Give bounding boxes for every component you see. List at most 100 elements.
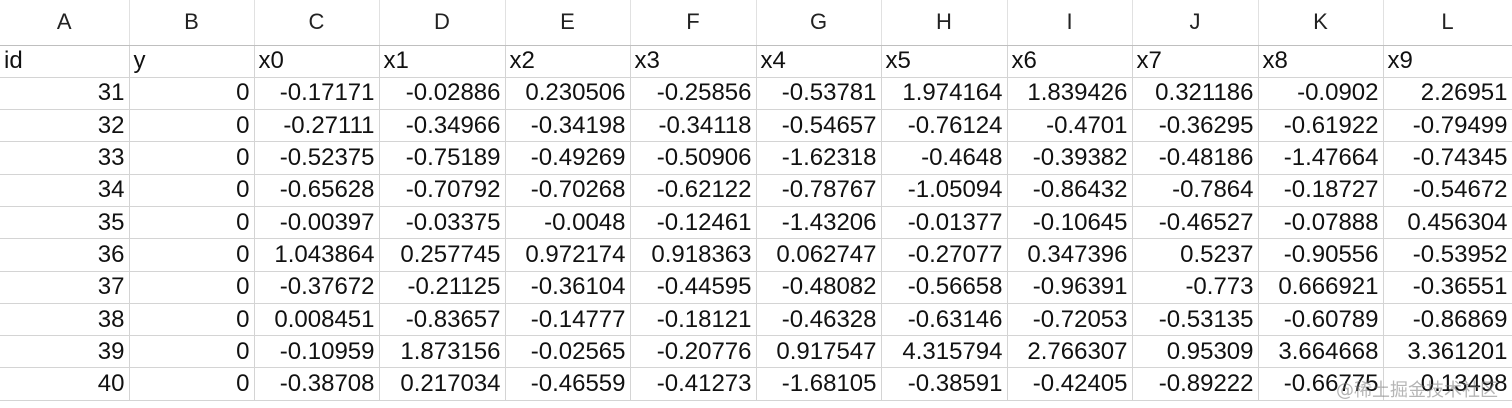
cell[interactable]: 0 <box>129 303 255 337</box>
cell[interactable]: -0.0902 <box>1258 77 1384 111</box>
cell[interactable]: 0.347396 <box>1007 238 1133 272</box>
cell[interactable]: -1.62318 <box>756 141 882 175</box>
cell[interactable]: -0.65628 <box>254 174 380 207</box>
cell[interactable]: -0.27077 <box>881 238 1008 272</box>
cell[interactable]: -0.10645 <box>1007 206 1133 240</box>
cell[interactable]: -0.86432 <box>1007 174 1133 207</box>
cell[interactable]: 35 <box>0 206 130 240</box>
cell[interactable]: -0.21125 <box>379 271 506 304</box>
cell[interactable]: -0.52375 <box>254 141 380 175</box>
cell[interactable]: -0.34198 <box>505 109 631 143</box>
header-cell[interactable]: id <box>0 45 130 78</box>
column-header-c[interactable]: C <box>254 0 380 46</box>
cell[interactable]: 0.257745 <box>379 238 506 272</box>
cell[interactable]: -0.18727 <box>1258 174 1384 207</box>
cell[interactable]: 1.873156 <box>379 335 506 369</box>
cell[interactable]: -0.96391 <box>1007 271 1133 304</box>
cell[interactable]: -0.36551 <box>1383 271 1512 304</box>
cell[interactable]: -0.02565 <box>505 335 631 369</box>
cell[interactable]: -0.54672 <box>1383 174 1512 207</box>
cell[interactable]: -0.0048 <box>505 206 631 240</box>
cell[interactable]: -0.70268 <box>505 174 631 207</box>
cell[interactable]: -0.25856 <box>630 77 757 111</box>
cell[interactable]: -0.79499 <box>1383 109 1512 143</box>
cell[interactable]: -0.00397 <box>254 206 380 240</box>
cell[interactable]: -0.39382 <box>1007 141 1133 175</box>
cell[interactable]: -0.48082 <box>756 271 882 304</box>
cell[interactable]: -1.43206 <box>756 206 882 240</box>
cell[interactable]: -0.56658 <box>881 271 1008 304</box>
cell[interactable]: -1.47664 <box>1258 141 1384 175</box>
column-header-k[interactable]: K <box>1258 0 1384 46</box>
cell[interactable]: 36 <box>0 238 130 272</box>
cell[interactable]: -0.4701 <box>1007 109 1133 143</box>
header-cell[interactable]: x7 <box>1132 45 1259 78</box>
cell[interactable]: -0.38591 <box>881 367 1008 401</box>
column-header-j[interactable]: J <box>1132 0 1259 46</box>
cell[interactable]: -0.70792 <box>379 174 506 207</box>
cell[interactable]: -0.27111 <box>254 109 380 143</box>
cell[interactable]: -0.36104 <box>505 271 631 304</box>
cell[interactable]: -0.72053 <box>1007 303 1133 337</box>
cell[interactable]: -0.83657 <box>379 303 506 337</box>
column-header-i[interactable]: I <box>1007 0 1133 46</box>
cell[interactable]: -0.48186 <box>1132 141 1259 175</box>
cell[interactable]: 0 <box>129 109 255 143</box>
cell[interactable]: -0.20776 <box>630 335 757 369</box>
cell[interactable]: -0.75189 <box>379 141 506 175</box>
cell[interactable]: -0.76124 <box>881 109 1008 143</box>
cell[interactable]: -0.7864 <box>1132 174 1259 207</box>
cell[interactable]: 1.043864 <box>254 238 380 272</box>
cell[interactable]: 39 <box>0 335 130 369</box>
cell[interactable]: -0.773 <box>1132 271 1259 304</box>
header-cell[interactable]: x2 <box>505 45 631 78</box>
header-cell[interactable]: x0 <box>254 45 380 78</box>
cell[interactable]: -0.46527 <box>1132 206 1259 240</box>
header-cell[interactable]: x8 <box>1258 45 1384 78</box>
cell[interactable]: -0.46559 <box>505 367 631 401</box>
cell[interactable]: -0.03375 <box>379 206 506 240</box>
cell[interactable]: 0.456304 <box>1383 206 1512 240</box>
cell[interactable]: -0.89222 <box>1132 367 1259 401</box>
cell[interactable]: 3.664668 <box>1258 335 1384 369</box>
cell[interactable]: -0.34118 <box>630 109 757 143</box>
cell[interactable]: 0 <box>129 174 255 207</box>
cell[interactable]: -0.61922 <box>1258 109 1384 143</box>
cell[interactable]: -0.12461 <box>630 206 757 240</box>
cell[interactable]: -0.44595 <box>630 271 757 304</box>
cell[interactable]: -0.90556 <box>1258 238 1384 272</box>
cell[interactable]: -0.36295 <box>1132 109 1259 143</box>
column-header-a[interactable]: A <box>0 0 130 46</box>
cell[interactable]: 0 <box>129 206 255 240</box>
cell[interactable]: -0.53952 <box>1383 238 1512 272</box>
cell[interactable]: -0.63146 <box>881 303 1008 337</box>
cell[interactable]: -0.86869 <box>1383 303 1512 337</box>
column-header-b[interactable]: B <box>129 0 255 46</box>
column-header-g[interactable]: G <box>756 0 882 46</box>
cell[interactable]: 0.666921 <box>1258 271 1384 304</box>
header-cell[interactable]: x4 <box>756 45 882 78</box>
cell[interactable]: -0.60789 <box>1258 303 1384 337</box>
cell[interactable]: 0.918363 <box>630 238 757 272</box>
cell[interactable]: -0.49269 <box>505 141 631 175</box>
cell[interactable]: -0.37672 <box>254 271 380 304</box>
header-cell[interactable]: x5 <box>881 45 1008 78</box>
cell[interactable]: 0 <box>129 367 255 401</box>
cell[interactable]: 2.766307 <box>1007 335 1133 369</box>
cell[interactable]: 2.26951 <box>1383 77 1512 111</box>
cell[interactable]: 0.321186 <box>1132 77 1259 111</box>
cell[interactable]: 40 <box>0 367 130 401</box>
column-header-h[interactable]: H <box>881 0 1008 46</box>
column-header-d[interactable]: D <box>379 0 506 46</box>
cell[interactable]: 0.008451 <box>254 303 380 337</box>
cell[interactable]: -0.10959 <box>254 335 380 369</box>
cell[interactable]: -0.17171 <box>254 77 380 111</box>
cell[interactable]: 4.315794 <box>881 335 1008 369</box>
cell[interactable]: 33 <box>0 141 130 175</box>
cell[interactable]: -0.42405 <box>1007 367 1133 401</box>
cell[interactable]: -0.07888 <box>1258 206 1384 240</box>
cell[interactable]: -0.38708 <box>254 367 380 401</box>
cell[interactable]: 38 <box>0 303 130 337</box>
cell[interactable]: -0.78767 <box>756 174 882 207</box>
cell[interactable]: -0.66775 <box>1258 367 1384 401</box>
